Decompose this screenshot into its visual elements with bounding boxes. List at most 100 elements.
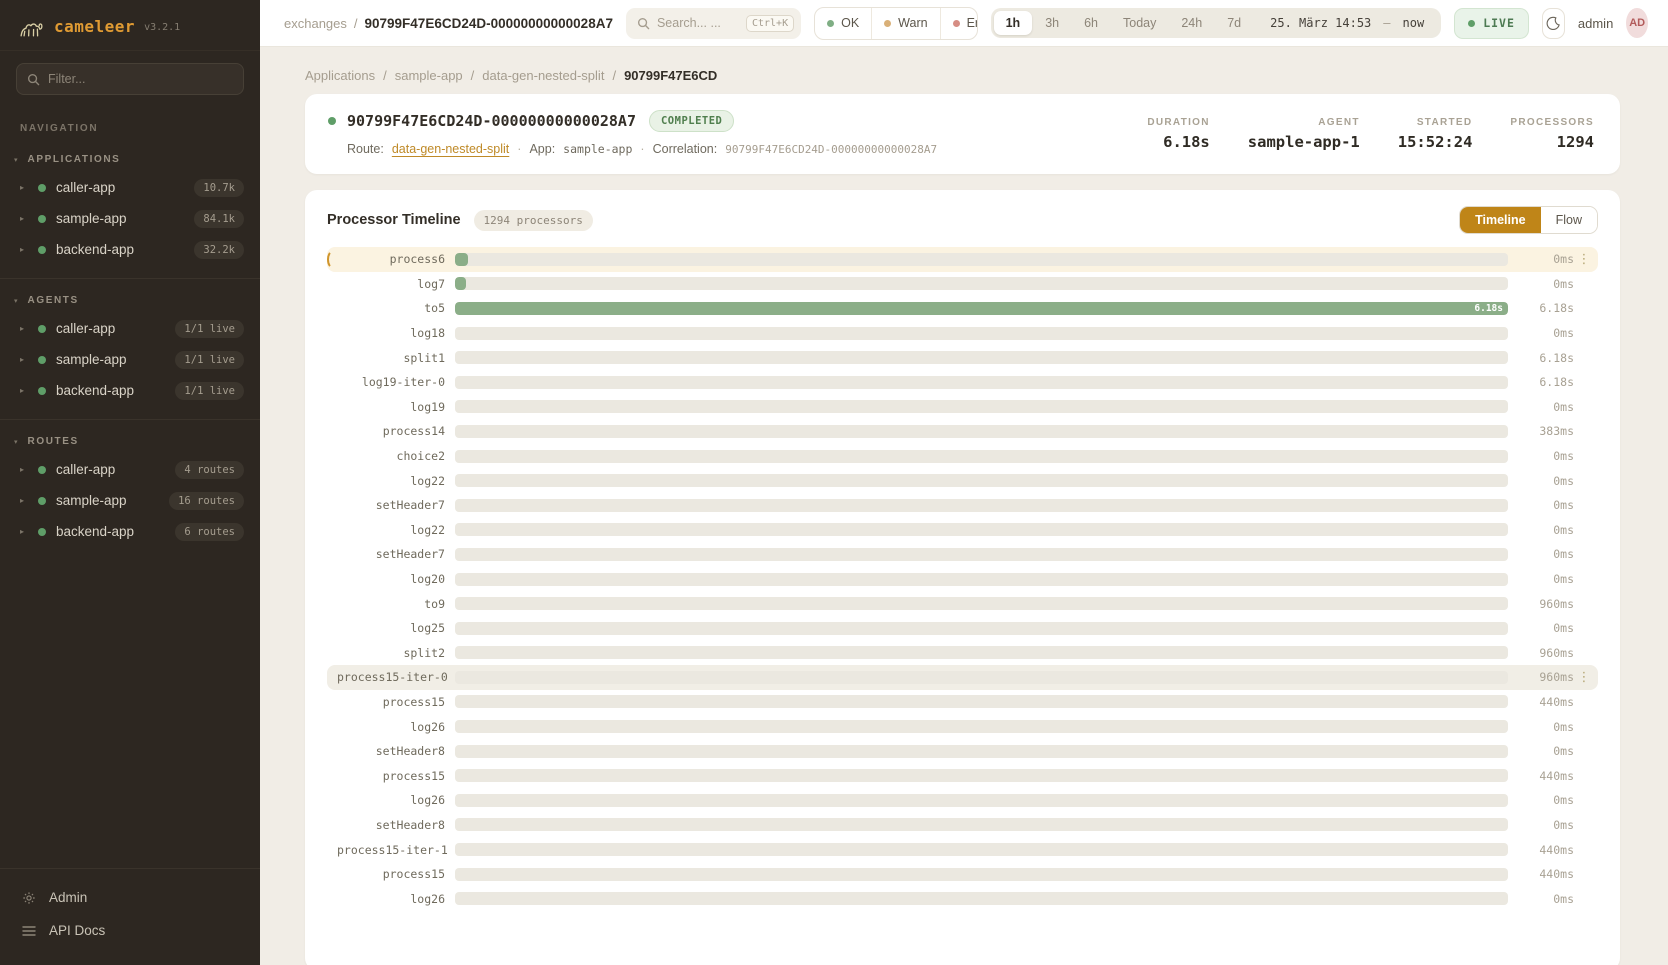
range-3h-button[interactable]: 3h xyxy=(1033,11,1071,35)
timeline-row[interactable]: process15 440ms ⋮ xyxy=(327,763,1598,788)
timeline-row[interactable]: process14 383ms ⋮ xyxy=(327,419,1598,444)
breadcrumb-section[interactable]: exchanges xyxy=(284,16,347,31)
processor-name: process15 xyxy=(337,867,455,881)
range-6h-button[interactable]: 6h xyxy=(1072,11,1110,35)
breadcrumb-route[interactable]: data-gen-nested-split xyxy=(482,68,604,83)
processor-duration: 440ms xyxy=(1508,695,1574,709)
timeline-track xyxy=(455,253,1508,266)
date-range[interactable]: 25. März 14:53 — now xyxy=(1254,16,1438,30)
timeline-row[interactable]: split1 6.18s ⋮ xyxy=(327,345,1598,370)
filter-warn-button[interactable]: Warn xyxy=(871,8,939,39)
app-version: v3.2.1 xyxy=(144,19,180,33)
sidebar-item-api-docs[interactable]: API Docs xyxy=(0,914,260,947)
timeline-row[interactable]: process6 0ms ⋮ xyxy=(327,247,1598,272)
timeline-row[interactable]: setHeader8 0ms ⋮ xyxy=(327,739,1598,764)
username: admin xyxy=(1578,16,1613,31)
timeline-row[interactable]: process15 440ms ⋮ xyxy=(327,690,1598,715)
sidebar-item[interactable]: ▸ sample-app 84.1k xyxy=(0,203,260,234)
filter-error-button[interactable]: Error xyxy=(940,8,978,39)
sidebar-item[interactable]: ▸ caller-app 4 routes xyxy=(0,454,260,485)
breadcrumb: Applications/ sample-app/ data-gen-neste… xyxy=(305,68,1620,83)
timeline-row[interactable]: choice2 0ms ⋮ xyxy=(327,444,1598,469)
sidebar-item[interactable]: ▸ backend-app 6 routes xyxy=(0,516,260,547)
sidebar-item[interactable]: ▸ caller-app 1/1 live xyxy=(0,313,260,344)
range-7d-button[interactable]: 7d xyxy=(1215,11,1253,35)
sidebar-item[interactable]: ▸ sample-app 1/1 live xyxy=(0,344,260,375)
stat-started: STARTED 15:52:24 xyxy=(1398,117,1473,151)
exchange-status-dot xyxy=(328,117,336,125)
timeline-row[interactable]: setHeader7 0ms ⋮ xyxy=(327,493,1598,518)
processor-duration: 0ms xyxy=(1508,474,1574,488)
main-content: Applications/ sample-app/ data-gen-neste… xyxy=(260,47,1668,965)
timeline-track xyxy=(455,597,1508,610)
timeline-row[interactable]: log22 0ms ⋮ xyxy=(327,468,1598,493)
timeline-view-button[interactable]: Timeline xyxy=(1460,207,1540,233)
breadcrumb-app[interactable]: sample-app xyxy=(395,68,463,83)
avatar[interactable]: AD xyxy=(1626,8,1648,38)
timeline-row[interactable]: log22 0ms ⋮ xyxy=(327,518,1598,543)
timeline-track xyxy=(455,327,1508,340)
sidebar-filter[interactable] xyxy=(16,63,244,95)
timeline-row[interactable]: log26 0ms ⋮ xyxy=(327,714,1598,739)
sidebar-item[interactable]: ▸ backend-app 32.2k xyxy=(0,234,260,265)
range-24h-button[interactable]: 24h xyxy=(1169,11,1214,35)
sidebar-section: ▾ AGENTS ▸ caller-app 1/1 live ▸ sample-… xyxy=(0,278,260,419)
timeline-row[interactable]: setHeader7 0ms ⋮ xyxy=(327,542,1598,567)
section-items: ▸ caller-app 4 routes ▸ sample-app 16 ro… xyxy=(0,454,260,547)
timeline-row[interactable]: log25 0ms ⋮ xyxy=(327,616,1598,641)
flow-view-button[interactable]: Flow xyxy=(1541,207,1597,233)
timeline-row[interactable]: split2 960ms ⋮ xyxy=(327,641,1598,666)
live-dot-icon xyxy=(1468,20,1475,27)
timeline-row[interactable]: log26 0ms ⋮ xyxy=(327,886,1598,911)
sidebar-item-label: backend-app xyxy=(56,383,165,398)
kebab-menu-icon[interactable]: ⋮ xyxy=(1574,251,1594,267)
sidebar-item-badge: 1/1 live xyxy=(175,351,244,369)
status-dot xyxy=(38,356,46,364)
timeline-row[interactable]: process15-iter-1 440ms ⋮ xyxy=(327,837,1598,862)
sidebar-item[interactable]: ▸ caller-app 10.7k xyxy=(0,172,260,203)
timeline-track xyxy=(455,351,1508,364)
section-label: AGENTS xyxy=(28,295,79,306)
filter-ok-button[interactable]: OK xyxy=(815,8,871,39)
processor-name: split2 xyxy=(337,646,455,660)
timeline-row[interactable]: setHeader8 0ms ⋮ xyxy=(327,813,1598,838)
timeline-row[interactable]: log26 0ms ⋮ xyxy=(327,788,1598,813)
global-search[interactable]: Ctrl+K xyxy=(626,8,801,39)
error-dot-icon xyxy=(953,20,960,27)
status-dot xyxy=(38,184,46,192)
filter-input[interactable] xyxy=(48,72,208,86)
ok-dot-icon xyxy=(827,20,834,27)
processor-timeline-card: Processor Timeline 1294 processors Timel… xyxy=(305,190,1620,965)
range-1h-button[interactable]: 1h xyxy=(994,11,1033,35)
search-input[interactable] xyxy=(657,16,739,30)
dark-mode-toggle[interactable] xyxy=(1542,8,1565,39)
timeline-track xyxy=(455,671,1508,684)
timeline-row[interactable]: log19-iter-0 6.18s ⋮ xyxy=(327,370,1598,395)
live-badge[interactable]: LIVE xyxy=(1454,8,1529,39)
timeline-row[interactable]: log19 0ms ⋮ xyxy=(327,395,1598,420)
kebab-menu-icon[interactable]: ⋮ xyxy=(1574,669,1594,685)
breadcrumb-applications[interactable]: Applications xyxy=(305,68,375,83)
section-header[interactable]: ▾ AGENTS xyxy=(0,291,260,313)
sidebar-item-admin[interactable]: Admin xyxy=(0,881,260,914)
route-link[interactable]: data-gen-nested-split xyxy=(392,142,509,156)
timeline-row[interactable]: log7 0ms ⋮ xyxy=(327,272,1598,297)
sidebar-item-badge: 32.2k xyxy=(194,241,244,259)
timeline-row[interactable]: log18 0ms ⋮ xyxy=(327,321,1598,346)
range-today-button[interactable]: Today xyxy=(1111,11,1168,35)
sidebar-item[interactable]: ▸ sample-app 16 routes xyxy=(0,485,260,516)
timeline-row[interactable]: process15 440ms ⋮ xyxy=(327,862,1598,887)
exchange-id: 90799F47E6CD24D-00000000000028A7 xyxy=(347,112,636,130)
timeline-row[interactable]: process15-iter-0 960ms ⋮ xyxy=(327,665,1598,690)
timeline-row[interactable]: to9 960ms ⋮ xyxy=(327,591,1598,616)
search-shortcut: Ctrl+K xyxy=(746,15,794,32)
section-header[interactable]: ▾ APPLICATIONS xyxy=(0,150,260,172)
logo[interactable]: cameleer v3.2.1 xyxy=(0,0,260,51)
timeline-row[interactable]: log20 0ms ⋮ xyxy=(327,567,1598,592)
section-header[interactable]: ▾ ROUTES xyxy=(0,432,260,454)
bar-duration-label: 6.18s xyxy=(1469,303,1508,314)
breadcrumb-separator: / xyxy=(354,16,358,31)
sidebar-item[interactable]: ▸ backend-app 1/1 live xyxy=(0,375,260,406)
breadcrumb-current: 90799F47E6CD xyxy=(624,68,717,83)
timeline-row[interactable]: to5 6.18s 6.18s ⋮ xyxy=(327,296,1598,321)
